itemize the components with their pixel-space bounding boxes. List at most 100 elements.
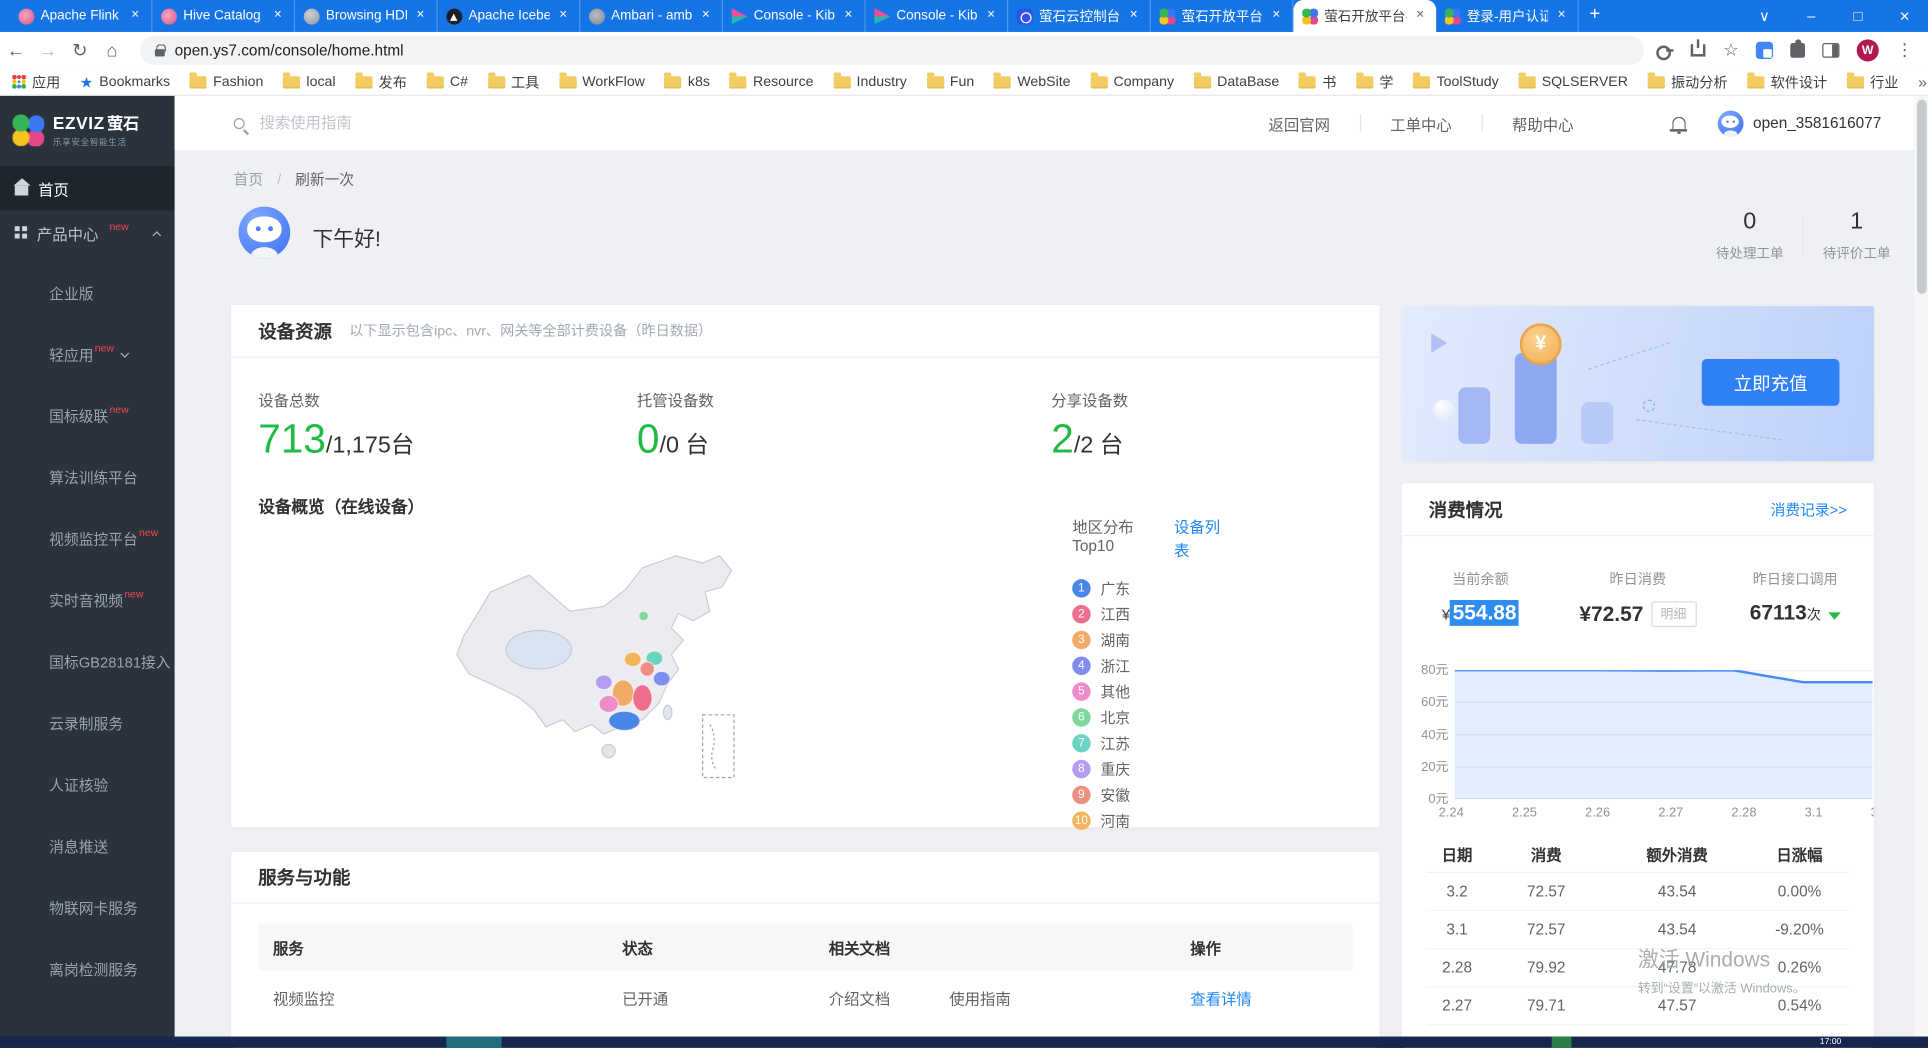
toreview-workorders[interactable]: 1 待评价工单 bbox=[1814, 209, 1900, 263]
sidebar-subitem[interactable]: 国标GB28181接入 bbox=[0, 631, 175, 692]
home-button[interactable] bbox=[96, 40, 128, 61]
extensions-icon[interactable] bbox=[1790, 43, 1805, 58]
notification-bell-icon[interactable] bbox=[1672, 117, 1686, 129]
sidebar-item[interactable]: 产品中心 new bbox=[0, 210, 175, 254]
tab-close-icon[interactable] bbox=[128, 9, 143, 24]
tab-close-icon[interactable] bbox=[413, 9, 428, 24]
view-details-link[interactable]: 查看详情 bbox=[1190, 990, 1251, 1007]
tab-close-icon[interactable] bbox=[1554, 9, 1569, 24]
browser-tab[interactable]: Browsing HDFS bbox=[295, 0, 438, 32]
minimize-button[interactable] bbox=[1788, 7, 1835, 24]
breadcrumb-current[interactable]: 刷新一次 bbox=[295, 171, 354, 188]
tab-close-icon[interactable] bbox=[984, 9, 999, 24]
bookmark-folder[interactable]: C# bbox=[427, 72, 468, 92]
browser-tab[interactable]: Apache Iceberg bbox=[438, 0, 581, 32]
tab-close-icon[interactable] bbox=[271, 9, 286, 24]
taskbar-app[interactable] bbox=[446, 1037, 501, 1048]
share-icon[interactable] bbox=[1691, 44, 1706, 56]
tab-search-icon[interactable] bbox=[1741, 7, 1788, 24]
browser-tab[interactable]: Hive Catalog | bbox=[152, 0, 295, 32]
ezviz-logo[interactable]: EZVIZ 萤石 乐享安全智能生活 bbox=[0, 96, 175, 166]
reload-button[interactable] bbox=[64, 39, 96, 61]
bookmark-folder[interactable]: local bbox=[283, 72, 335, 92]
url-text[interactable]: open.ys7.com/console/home.html bbox=[175, 42, 404, 59]
help-center-link[interactable]: 帮助中心 bbox=[1483, 111, 1604, 134]
browser-tab[interactable]: 萤石开放平台-提 bbox=[1294, 0, 1437, 32]
sidebar-item[interactable]: 首页 bbox=[0, 166, 175, 210]
bookmark-folder[interactable]: Industry bbox=[833, 72, 907, 92]
sidebar-subitem[interactable]: 实时音视频 new bbox=[0, 569, 175, 630]
consumption-records-link[interactable]: 消费记录>> bbox=[1771, 499, 1847, 520]
sidebar-subitem[interactable]: 轻应用 new bbox=[0, 323, 175, 384]
bookmark-folder[interactable]: ToolStudy bbox=[1413, 72, 1498, 92]
bookmark-folder[interactable]: SQLSERVER bbox=[1518, 72, 1628, 92]
bookmark-folder[interactable]: WebSite bbox=[994, 72, 1071, 92]
maximize-button[interactable] bbox=[1835, 7, 1882, 24]
new-tab-button[interactable] bbox=[1579, 0, 1611, 32]
recharge-button[interactable]: 立即充值 bbox=[1702, 359, 1840, 406]
device-list-link[interactable]: 设备列表 bbox=[1174, 514, 1235, 561]
apps-shortcut[interactable]: 应用 bbox=[12, 72, 60, 92]
browser-tab[interactable]: 萤石开放平台-开 bbox=[1151, 0, 1294, 32]
password-key-icon[interactable] bbox=[1657, 45, 1674, 55]
dropdown-arrow-icon[interactable] bbox=[1828, 612, 1840, 619]
browser-tab[interactable]: Console - Kiba bbox=[866, 0, 1009, 32]
bookmark-star-icon[interactable] bbox=[1723, 39, 1738, 61]
page-scrollbar[interactable] bbox=[1914, 96, 1928, 1038]
sidebar-subitem[interactable]: 消息推送 bbox=[0, 815, 175, 876]
profile-avatar[interactable]: W bbox=[1857, 39, 1879, 61]
user-avatar[interactable] bbox=[1717, 110, 1743, 136]
service-doc-guide[interactable]: 使用指南 bbox=[949, 986, 1010, 1009]
taskbar-app[interactable] bbox=[1552, 1037, 1572, 1048]
browser-tab[interactable]: Console - Kiba bbox=[723, 0, 866, 32]
browser-tab[interactable]: 登录-用户认证中 bbox=[1436, 0, 1579, 32]
forward-button[interactable] bbox=[32, 40, 64, 61]
menu-kebab-icon[interactable] bbox=[1896, 39, 1913, 61]
bookmark-folder[interactable]: 书 bbox=[1299, 72, 1337, 92]
bookmarks-star-item[interactable]: Bookmarks bbox=[80, 73, 170, 90]
bookmark-folder[interactable]: 软件设计 bbox=[1747, 72, 1827, 92]
bookmark-folder[interactable]: WorkFlow bbox=[559, 72, 645, 92]
tab-close-icon[interactable] bbox=[1269, 9, 1284, 24]
sidebar-subitem[interactable]: 离岗检测服务 bbox=[0, 938, 175, 999]
sidebar-subitem[interactable]: 算法训练平台 bbox=[0, 446, 175, 507]
bookmark-folder[interactable]: DataBase bbox=[1194, 72, 1279, 92]
tab-close-icon[interactable] bbox=[1126, 9, 1141, 24]
search-input[interactable] bbox=[257, 113, 626, 133]
side-panel-icon[interactable] bbox=[1822, 43, 1839, 58]
scrollbar-thumb[interactable] bbox=[1916, 100, 1926, 294]
bookmark-folder[interactable]: Resource bbox=[730, 72, 814, 92]
address-bar[interactable]: open.ys7.com/console/home.html bbox=[140, 36, 1644, 66]
tab-close-icon[interactable] bbox=[556, 9, 571, 24]
bookmarks-overflow-icon[interactable] bbox=[1918, 73, 1927, 91]
service-doc-intro[interactable]: 介绍文档 bbox=[829, 986, 890, 1009]
windows-taskbar[interactable]: 17:00 bbox=[0, 1037, 1928, 1048]
breadcrumb-home[interactable]: 首页 bbox=[234, 171, 264, 188]
pending-workorders[interactable]: 0 待处理工单 bbox=[1707, 209, 1793, 263]
close-button[interactable] bbox=[1881, 6, 1928, 26]
bookmark-folder[interactable]: 发布 bbox=[355, 72, 407, 92]
sidebar-subitem[interactable]: 人证核验 bbox=[0, 754, 175, 815]
translate-icon[interactable] bbox=[1756, 42, 1773, 59]
bookmark-folder[interactable]: 振动分析 bbox=[1648, 72, 1728, 92]
workorder-center-link[interactable]: 工单中心 bbox=[1361, 111, 1482, 134]
bookmark-folder[interactable]: Company bbox=[1090, 72, 1174, 92]
browser-tab[interactable]: 萤石云控制台_E bbox=[1008, 0, 1151, 32]
sidebar-subitem[interactable]: 企业版 bbox=[0, 262, 175, 323]
tab-close-icon[interactable] bbox=[1413, 9, 1428, 24]
sidebar-subitem[interactable]: 云录制服务 bbox=[0, 692, 175, 753]
bookmark-folder[interactable]: Fun bbox=[927, 72, 975, 92]
sidebar-subitem[interactable]: 物联网卡服务 bbox=[0, 877, 175, 938]
bookmark-folder[interactable]: Fashion bbox=[190, 72, 264, 92]
bookmark-folder[interactable]: 工具 bbox=[488, 72, 540, 92]
username[interactable]: open_3581616077 bbox=[1753, 114, 1881, 131]
browser-tab[interactable]: Apache Flink W bbox=[10, 0, 153, 32]
bookmark-folder[interactable]: k8s bbox=[665, 72, 710, 92]
detail-button[interactable]: 明细 bbox=[1651, 601, 1696, 627]
sidebar-subitem[interactable]: 国标级联 new bbox=[0, 385, 175, 446]
tab-close-icon[interactable] bbox=[698, 9, 713, 24]
tab-close-icon[interactable] bbox=[841, 9, 856, 24]
back-button[interactable] bbox=[0, 40, 32, 61]
bookmark-folder[interactable]: 行业 bbox=[1847, 72, 1899, 92]
browser-tab[interactable]: Ambari - amba bbox=[580, 0, 723, 32]
